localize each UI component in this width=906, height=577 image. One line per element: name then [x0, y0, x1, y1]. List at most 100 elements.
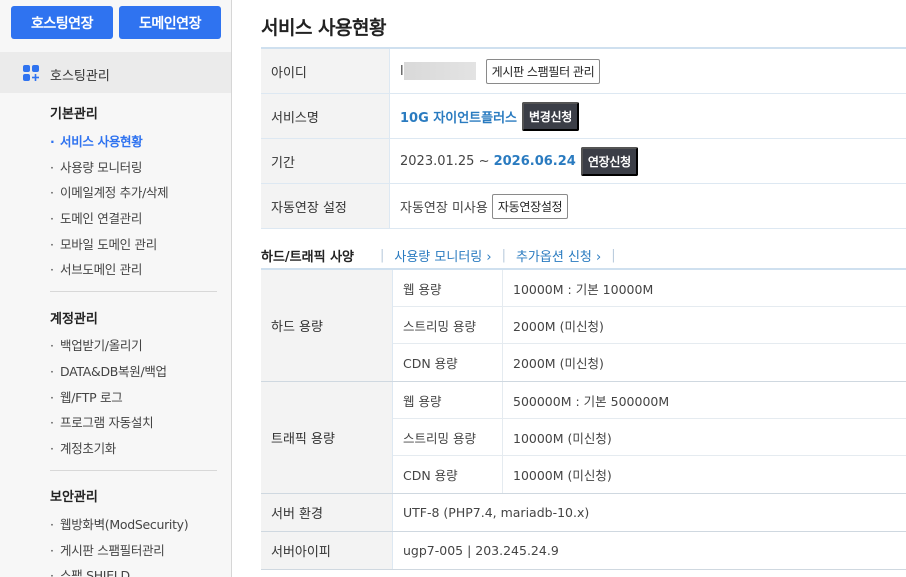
sidebar-item-label: 서비스 사용현황 — [60, 134, 143, 149]
info-label: 아이디 — [261, 49, 390, 93]
spec-table: 하드 용량 웹 용량 10000M : 기본 10000M 스트리밍 용량 20… — [261, 268, 906, 570]
sidebar-item-mobile-domain[interactable]: · 모바일 도메인 관리 — [50, 234, 157, 253]
sidebar-item-label: 백업받기/올리기 — [60, 338, 143, 353]
info-value: 2023.01.25 ~ 2026.06.24 연장신청 — [390, 139, 906, 183]
grid-plus-icon — [23, 65, 39, 81]
sidebar-item-subdomain[interactable]: · 서브도메인 관리 — [50, 259, 142, 278]
sidebar-section-hosting[interactable]: 호스팅관리 — [0, 52, 231, 93]
spec-value: 10000M : 기본 10000M — [513, 281, 654, 297]
table-row: 스트리밍 용량 10000M (미신청) — [393, 419, 906, 456]
info-row-id: 아이디 l 게시판 스팸필터 관리 — [261, 49, 906, 94]
domain-extend-button[interactable]: 도메인연장 — [119, 6, 221, 39]
sidebar-item-label: 스팸 SHIELD — [60, 568, 130, 577]
table-row: CDN 용량 2000M (미신청) — [393, 344, 906, 381]
sidebar-divider — [50, 291, 217, 292]
sidebar-divider — [50, 470, 217, 471]
sidebar: 호스팅연장 도메인연장 호스팅관리 기본관리 · 서비스 사용현황 · 사용량 모니… — [0, 0, 232, 577]
server-env-row: 서버 환경 UTF-8 (PHP7.4, mariadb-10.x) — [261, 494, 906, 532]
service-name: 10G 자이언트플러스 — [400, 110, 518, 126]
spec-group-label: 하드 용량 — [261, 270, 393, 381]
spec-group-traffic: 트래픽 용량 웹 용량 500000M : 기본 500000M 스트리밍 용량… — [261, 382, 906, 494]
sidebar-item-usage-monitor[interactable]: · 사용량 모니터링 — [50, 157, 142, 176]
period-start: 2023.01.25 ~ — [400, 153, 494, 169]
info-label: 기간 — [261, 139, 390, 183]
sidebar-item-label: 사용량 모니터링 — [60, 160, 143, 175]
info-value: l 게시판 스팸필터 관리 — [390, 49, 906, 93]
separator: | — [380, 248, 385, 263]
sidebar-item-spam-shield[interactable]: · 스팸 SHIELD — [50, 565, 130, 577]
group-title-account: 계정관리 — [50, 312, 98, 327]
spec-key: CDN 용량 — [393, 456, 503, 493]
usage-monitor-link[interactable]: 사용량 모니터링 › — [394, 246, 491, 265]
hosting-extend-button[interactable]: 호스팅연장 — [11, 6, 113, 39]
sidebar-item-label: 웹방화벽(ModSecurity) — [60, 517, 189, 532]
auto-extend-status: 자동연장 미사용 — [400, 200, 488, 216]
spec-title: 하드/트래픽 사양 — [261, 250, 354, 265]
spec-label: 서버 환경 — [261, 494, 393, 531]
period-end: 2026.06.24 — [493, 153, 576, 169]
auto-extend-setting-button[interactable]: 자동연장설정 — [491, 193, 569, 219]
spec-key: 웹 용량 — [393, 270, 503, 306]
spec-key: 스트리밍 용량 — [393, 419, 503, 455]
info-value: 10G 자이언트플러스 변경신청 — [390, 94, 906, 138]
sidebar-item-waf[interactable]: · 웹방화벽(ModSecurity) — [50, 514, 189, 533]
spec-label: 서버아이피 — [261, 532, 393, 569]
spec-value: 2000M (미신청) — [513, 318, 604, 334]
addon-request-link[interactable]: 추가옵션 신청 › — [516, 246, 601, 265]
redacted-id — [403, 62, 476, 80]
board-spam-filter-button[interactable]: 게시판 스팸필터 관리 — [485, 58, 601, 84]
table-row: 웹 용량 500000M : 기본 500000M — [393, 382, 906, 419]
spec-key: CDN 용량 — [393, 344, 503, 381]
server-ip-value: ugp7-005 | 203.245.24.9 — [403, 543, 559, 558]
page-title: 서비스 사용현황 — [261, 17, 386, 39]
spec-group-label: 트래픽 용량 — [261, 382, 393, 493]
spec-header: 하드/트래픽 사양 | 사용량 모니터링 › | 추가옵션 신청 › | — [261, 246, 626, 265]
sidebar-item-label: DATA&DB복원/백업 — [60, 364, 167, 379]
sidebar-item-data-db-restore[interactable]: · DATA&DB복원/백업 — [50, 361, 167, 380]
sidebar-item-web-ftp-log[interactable]: · 웹/FTP 로그 — [50, 387, 123, 406]
sidebar-item-label: 계정초기화 — [60, 441, 117, 456]
info-label: 서비스명 — [261, 94, 390, 138]
extend-request-button[interactable]: 연장신청 — [580, 146, 638, 176]
service-info-table: 아이디 l 게시판 스팸필터 관리 서비스명 10G 자이언트플러스 변경신청 … — [261, 47, 906, 229]
sidebar-item-domain-connect[interactable]: · 도메인 연결관리 — [50, 208, 142, 227]
separator: | — [501, 248, 506, 263]
server-env-value: UTF-8 (PHP7.4, mariadb-10.x) — [403, 505, 590, 520]
info-row-service: 서비스명 10G 자이언트플러스 변경신청 — [261, 94, 906, 139]
spec-value: 2000M (미신청) — [513, 356, 604, 371]
group-title-security: 보안관리 — [50, 490, 98, 505]
sidebar-item-account-reset[interactable]: · 계정초기화 — [50, 438, 116, 457]
server-ip-row: 서버아이피 ugp7-005 | 203.245.24.9 — [261, 532, 906, 570]
change-request-button[interactable]: 변경신청 — [522, 101, 579, 131]
spec-value: 10000M (미신청) — [513, 430, 612, 446]
info-label: 자동연장 설정 — [261, 184, 390, 228]
group-title-basic: 기본관리 — [50, 107, 98, 122]
sidebar-item-email-accounts[interactable]: · 이메일계정 추가/삭제 — [50, 182, 169, 201]
sidebar-item-board-spam-filter[interactable]: · 게시판 스팸필터관리 — [50, 540, 165, 559]
separator: | — [611, 248, 616, 263]
spec-value: 10000M (미신청) — [513, 468, 612, 483]
sidebar-item-label: 프로그램 자동설치 — [60, 415, 154, 430]
sidebar-item-label: 웹/FTP 로그 — [60, 390, 123, 405]
table-row: 웹 용량 10000M : 기본 10000M — [393, 270, 906, 307]
spec-key: 스트리밍 용량 — [393, 307, 503, 343]
table-row: 스트리밍 용량 2000M (미신청) — [393, 307, 906, 344]
info-value: 자동연장 미사용 자동연장설정 — [390, 184, 906, 228]
sidebar-item-auto-install[interactable]: · 프로그램 자동설치 — [50, 412, 154, 431]
sidebar-item-label: 게시판 스팸필터관리 — [60, 543, 165, 558]
spec-key: 웹 용량 — [393, 382, 503, 418]
sidebar-item-label: 도메인 연결관리 — [60, 211, 143, 226]
spec-group-hard: 하드 용량 웹 용량 10000M : 기본 10000M 스트리밍 용량 20… — [261, 270, 906, 382]
top-buttons: 호스팅연장 도메인연장 — [11, 6, 221, 39]
sidebar-item-backup[interactable]: · 백업받기/올리기 — [50, 335, 143, 354]
sidebar-item-label: 이메일계정 추가/삭제 — [60, 185, 169, 200]
sidebar-item-service-status[interactable]: · 서비스 사용현황 — [50, 131, 143, 150]
sidebar-item-label: 서브도메인 관리 — [60, 262, 143, 277]
main-content: 서비스 사용현황 아이디 l 게시판 스팸필터 관리 서비스명 10G 자이언트… — [232, 0, 906, 577]
info-row-period: 기간 2023.01.25 ~ 2026.06.24 연장신청 — [261, 139, 906, 184]
table-row: CDN 용량 10000M (미신청) — [393, 456, 906, 493]
spec-value: 500000M : 기본 500000M — [513, 393, 670, 409]
sidebar-section-label: 호스팅관리 — [50, 69, 110, 84]
info-row-auto-extend: 자동연장 설정 자동연장 미사용 자동연장설정 — [261, 184, 906, 229]
sidebar-item-label: 모바일 도메인 관리 — [60, 237, 157, 252]
